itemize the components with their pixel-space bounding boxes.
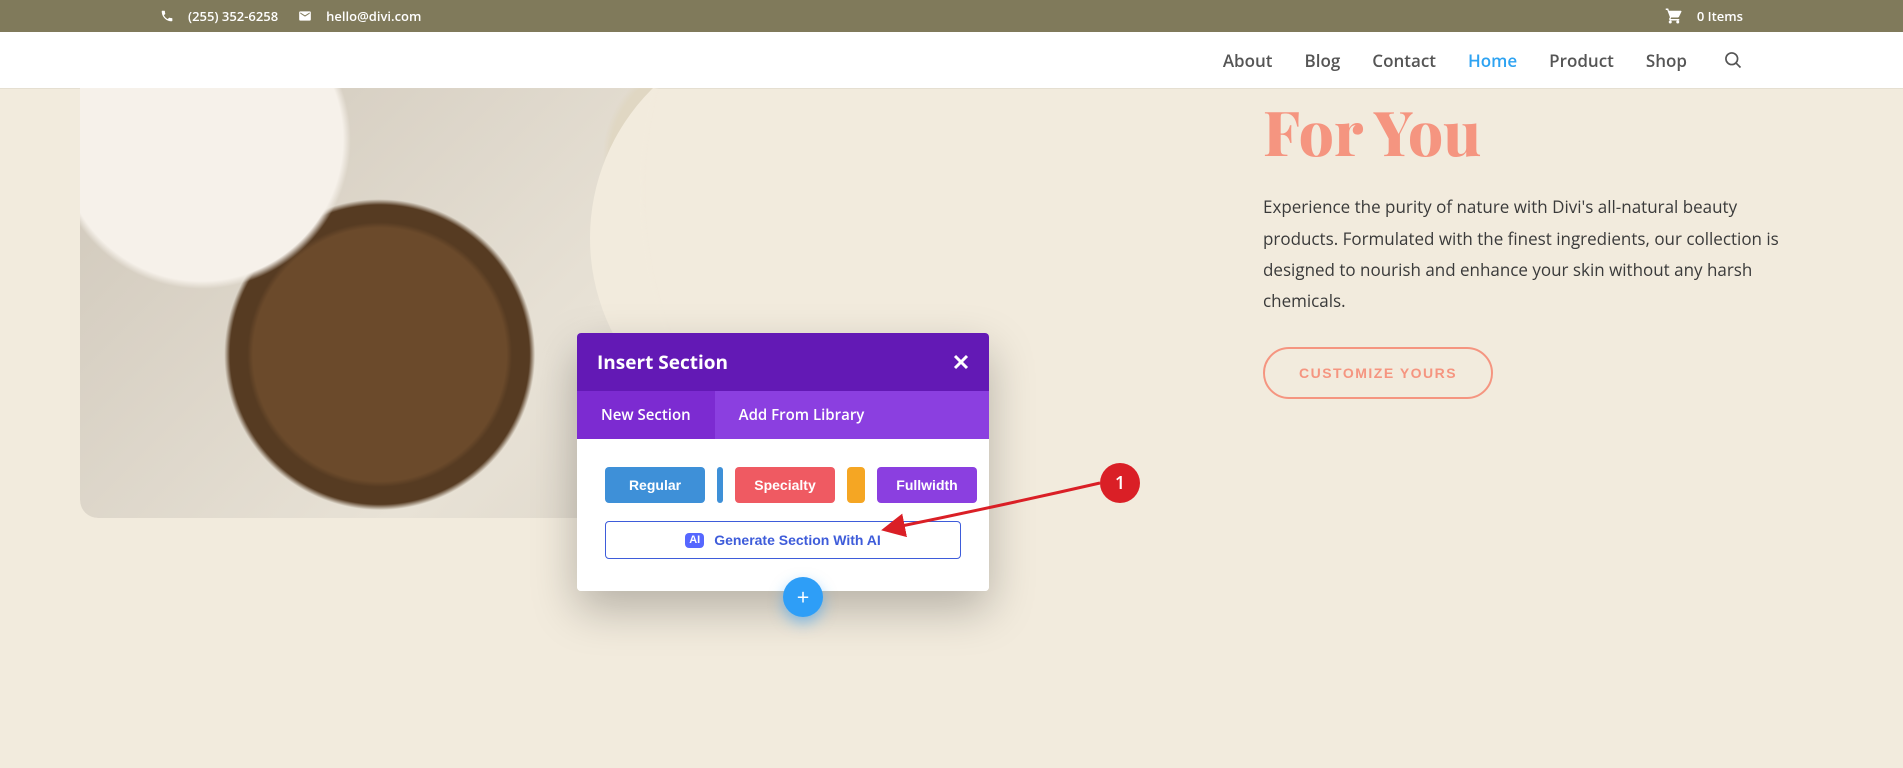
nav-item-about[interactable]: About	[1223, 49, 1273, 72]
section-type-specialty-extra[interactable]	[847, 467, 865, 503]
primary-nav: About Blog Contact Home Product Shop	[0, 32, 1903, 88]
section-type-row: Regular Specialty Fullwidth	[605, 467, 961, 503]
nav-item-product[interactable]: Product	[1549, 49, 1614, 72]
section-type-regular[interactable]: Regular	[605, 467, 705, 503]
generate-section-with-ai-label: Generate Section With AI	[714, 532, 881, 548]
modal-header: Insert Section	[577, 333, 989, 391]
modal-body: Regular Specialty Fullwidth AI Generate …	[577, 439, 989, 591]
tab-add-from-library[interactable]: Add From Library	[715, 391, 889, 439]
modal-title: Insert Section	[597, 349, 728, 375]
annotation-badge: 1	[1100, 463, 1140, 503]
nav-item-home[interactable]: Home	[1468, 49, 1517, 72]
section-type-regular-extra[interactable]	[717, 467, 723, 503]
nav-item-shop[interactable]: Shop	[1646, 49, 1687, 72]
section-type-fullwidth[interactable]: Fullwidth	[877, 467, 977, 503]
search-icon[interactable]	[1723, 50, 1743, 70]
cart-icon[interactable]	[1665, 7, 1683, 25]
hero-title: For You	[1263, 98, 1803, 163]
plus-icon: +	[797, 582, 810, 612]
close-icon[interactable]	[953, 354, 969, 370]
section-type-specialty[interactable]: Specialty	[735, 467, 835, 503]
phone-icon	[160, 9, 174, 23]
nav-item-contact[interactable]: Contact	[1372, 49, 1436, 72]
cart-items-label[interactable]: 0 Items	[1697, 7, 1743, 25]
hero-copy: For You Experience the purity of nature …	[1263, 88, 1803, 768]
phone-number[interactable]: (255) 352-6258	[188, 7, 278, 25]
modal-tabs: New Section Add From Library	[577, 391, 989, 439]
tab-new-section[interactable]: New Section	[577, 391, 715, 439]
hero-body: Experience the purity of nature with Div…	[1263, 191, 1803, 317]
generate-section-with-ai-button[interactable]: AI Generate Section With AI	[605, 521, 961, 559]
annotation-number: 1	[1115, 471, 1125, 495]
add-section-fab[interactable]: +	[783, 577, 823, 617]
mail-icon	[298, 9, 312, 23]
ai-badge-icon: AI	[685, 533, 704, 548]
nav-item-blog[interactable]: Blog	[1305, 49, 1341, 72]
contact-email[interactable]: hello@divi.com	[326, 7, 421, 25]
customize-yours-button[interactable]: CUSTOMIZE YOURS	[1263, 347, 1493, 399]
top-utility-bar: (255) 352-6258 hello@divi.com 0 Items	[0, 0, 1903, 32]
insert-section-modal: Insert Section New Section Add From Libr…	[577, 333, 989, 591]
